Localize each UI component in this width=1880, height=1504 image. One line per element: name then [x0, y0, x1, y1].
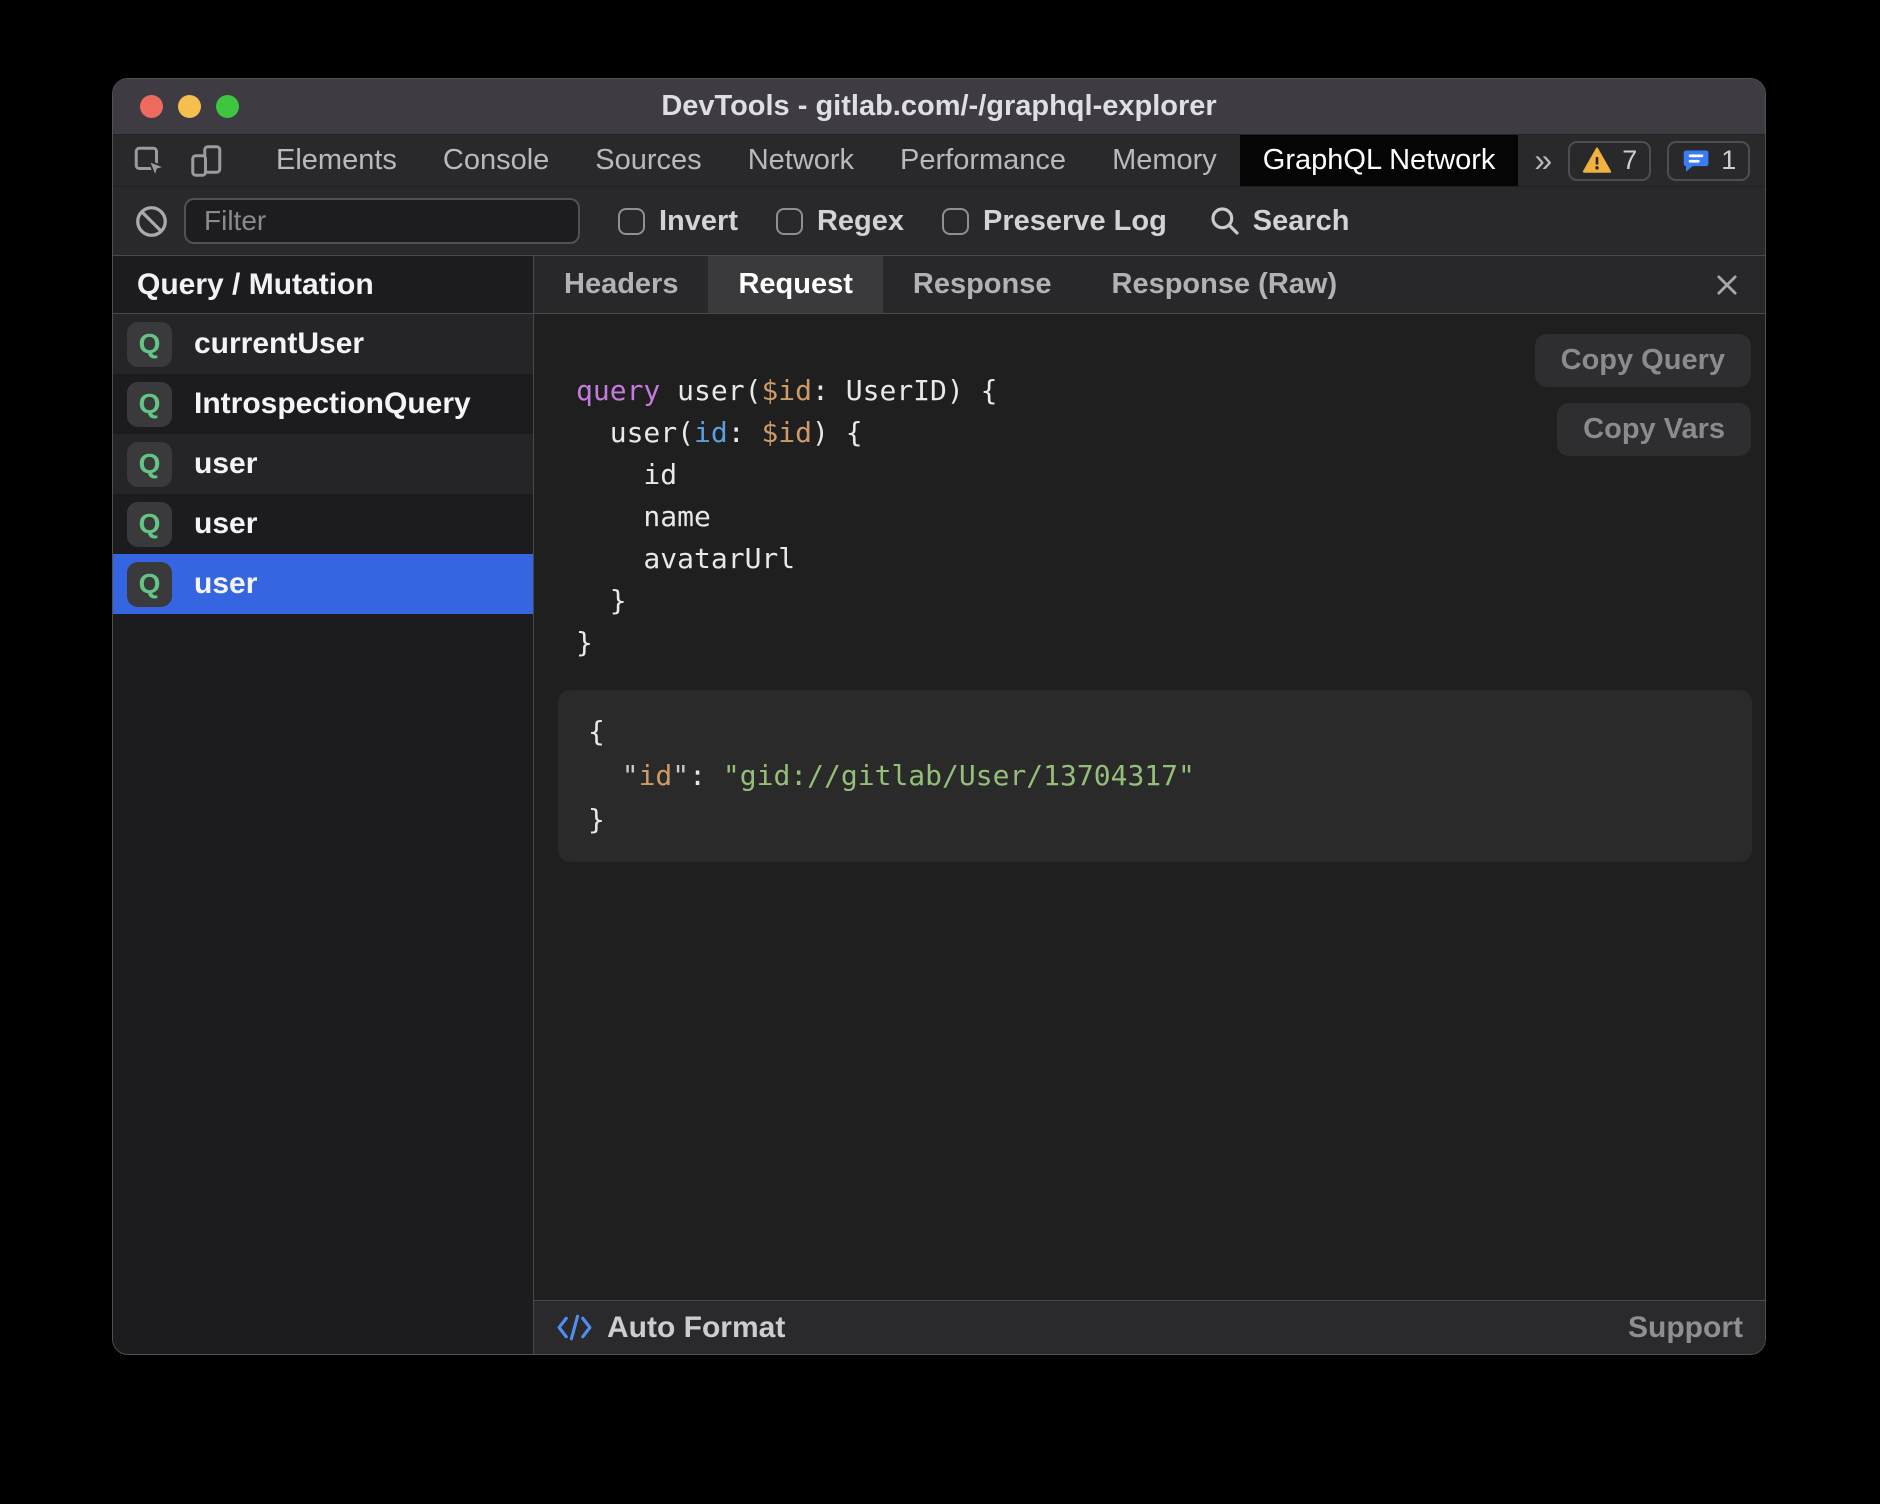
copy-vars-button[interactable]: Copy Vars [1557, 403, 1751, 456]
message-icon [1681, 147, 1711, 175]
filter-bar: Invert Regex Preserve Log Search [113, 187, 1765, 256]
regex-checkbox[interactable] [776, 208, 803, 235]
devtools-window: DevTools - gitlab.com/-/graphql-explorer… [112, 78, 1766, 1355]
filter-input[interactable] [184, 198, 580, 244]
request-content: Copy Query Copy Vars query user($id: Use… [534, 314, 1765, 1300]
query-row-currentUser[interactable]: Q currentUser [113, 314, 533, 374]
warnings-badge[interactable]: 7 [1568, 141, 1651, 181]
query-variables-box: { "id": "gid://gitlab/User/13704317"} [558, 690, 1752, 862]
issues-badge[interactable]: 1 [1667, 141, 1750, 181]
invert-checkbox[interactable] [618, 208, 645, 235]
query-type-badge: Q [127, 322, 172, 367]
auto-format-label: Auto Format [607, 1311, 785, 1345]
query-list-panel: Query / Mutation Q currentUser Q Introsp… [113, 256, 534, 1354]
tab-memory[interactable]: Memory [1089, 135, 1240, 186]
zoom-window-button[interactable] [216, 95, 239, 118]
query-row-user-1[interactable]: Q user [113, 434, 533, 494]
regex-label: Regex [817, 205, 904, 238]
warning-icon [1582, 147, 1612, 174]
invert-checkbox-group[interactable]: Invert [618, 205, 738, 238]
copy-query-button[interactable]: Copy Query [1535, 334, 1751, 387]
device-toolbar-icon[interactable] [189, 143, 225, 179]
tab-sources[interactable]: Sources [572, 135, 724, 186]
preserve-log-label: Preserve Log [983, 205, 1167, 238]
tab-response[interactable]: Response [883, 256, 1082, 313]
tab-request[interactable]: Request [708, 256, 882, 313]
detail-footer: Auto Format Support [534, 1300, 1765, 1354]
clear-block-icon[interactable] [135, 205, 168, 238]
search-label: Search [1253, 205, 1350, 238]
query-row-label: currentUser [194, 327, 364, 361]
preserve-log-checkbox-group[interactable]: Preserve Log [942, 205, 1167, 238]
detail-tab-strip: Headers Request Response Response (Raw) [534, 256, 1765, 314]
query-row-label: user [194, 507, 257, 541]
title-bar: DevTools - gitlab.com/-/graphql-explorer [113, 79, 1765, 135]
traffic-lights [140, 79, 239, 134]
query-type-badge: Q [127, 442, 172, 487]
search-icon [1209, 205, 1241, 237]
tab-console[interactable]: Console [420, 135, 572, 186]
query-row-label: IntrospectionQuery [194, 387, 471, 421]
query-row-label: user [194, 447, 257, 481]
support-link[interactable]: Support [1628, 1311, 1743, 1345]
more-tabs-chevron-icon[interactable]: » [1518, 135, 1568, 186]
tab-headers[interactable]: Headers [534, 256, 708, 313]
window-title: DevTools - gitlab.com/-/graphql-explorer [113, 90, 1765, 123]
preserve-log-checkbox[interactable] [942, 208, 969, 235]
query-row-introspectionQuery[interactable]: Q IntrospectionQuery [113, 374, 533, 434]
devtools-tab-bar: Elements Console Sources Network Perform… [113, 135, 1765, 187]
request-detail-panel: Headers Request Response Response (Raw) … [534, 256, 1765, 1354]
invert-label: Invert [659, 205, 738, 238]
regex-checkbox-group[interactable]: Regex [776, 205, 904, 238]
tab-graphql-network[interactable]: GraphQL Network [1240, 135, 1519, 186]
code-format-icon [556, 1312, 593, 1343]
tab-elements[interactable]: Elements [253, 135, 420, 186]
query-list-header: Query / Mutation [113, 256, 533, 314]
close-detail-icon[interactable] [1713, 271, 1741, 299]
query-type-badge: Q [127, 502, 172, 547]
tab-performance[interactable]: Performance [877, 135, 1089, 186]
close-window-button[interactable] [140, 95, 163, 118]
warning-count: 7 [1622, 145, 1637, 176]
inspect-element-icon[interactable] [131, 143, 167, 179]
query-row-user-2[interactable]: Q user [113, 494, 533, 554]
tab-response-raw[interactable]: Response (Raw) [1082, 256, 1368, 313]
minimize-window-button[interactable] [178, 95, 201, 118]
issue-count: 1 [1721, 145, 1736, 176]
query-type-badge: Q [127, 562, 172, 607]
query-row-user-3-selected[interactable]: Q user [113, 554, 533, 614]
query-type-badge: Q [127, 382, 172, 427]
search-control[interactable]: Search [1209, 205, 1350, 238]
auto-format-control[interactable]: Auto Format [556, 1311, 785, 1345]
tab-network[interactable]: Network [725, 135, 877, 186]
query-row-label: user [194, 567, 257, 601]
